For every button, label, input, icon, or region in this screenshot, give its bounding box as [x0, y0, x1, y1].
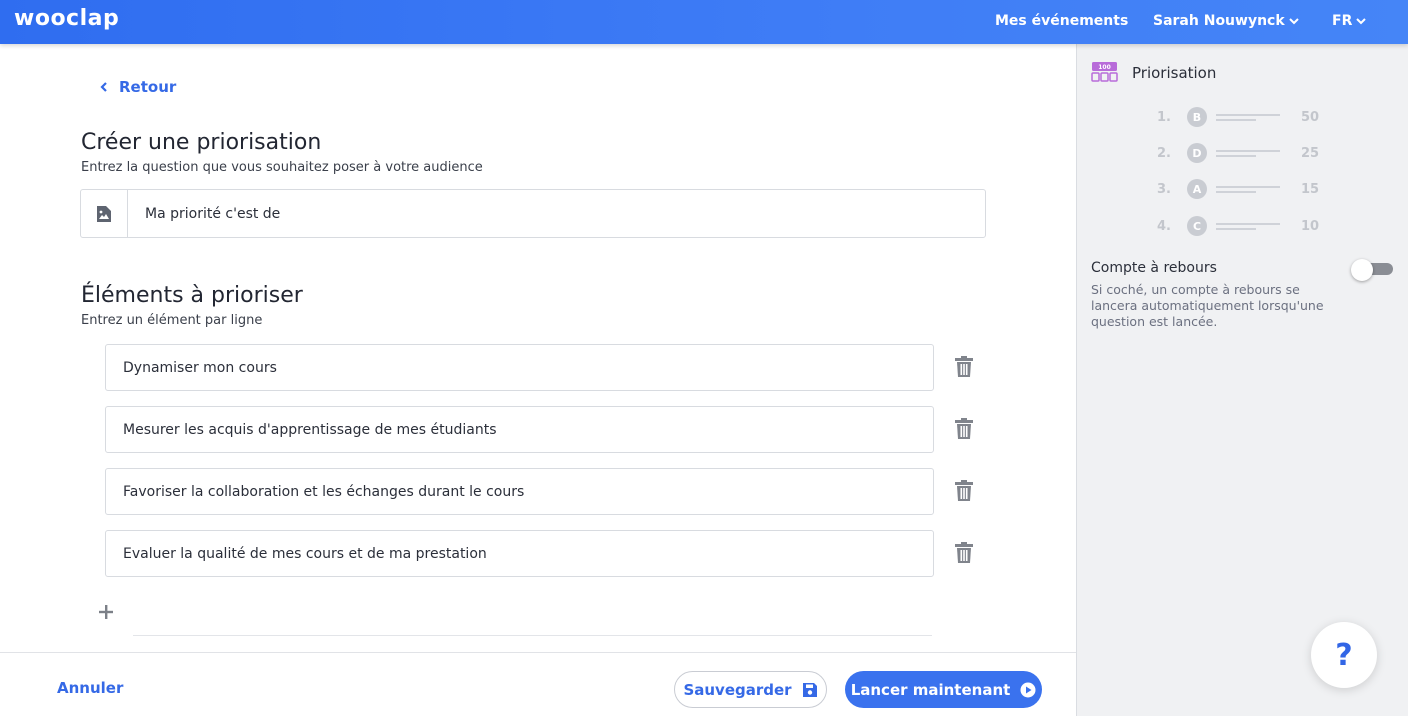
items-title: Éléments à prioriser — [81, 283, 303, 308]
media-icon-button[interactable] — [81, 190, 128, 237]
rank-bar — [1216, 220, 1280, 233]
rank-row: 2. D 25 — [1157, 143, 1320, 163]
top-bar: wooclap Mes événements Sarah Nouwynck FR — [0, 0, 1408, 44]
image-file-icon — [97, 205, 111, 222]
settings-panel: 100 Priorisation 1. B 50 2. D 25 3. A 15… — [1076, 44, 1408, 716]
item-input[interactable]: Evaluer la qualité de mes cours et de ma… — [105, 530, 934, 577]
item-input[interactable]: Mesurer les acquis d'apprentissage de me… — [105, 406, 934, 453]
rank-score: 15 — [1301, 181, 1320, 197]
rank-number: 3. — [1157, 181, 1171, 197]
question-input[interactable]: Ma priorité c'est de — [80, 189, 986, 238]
play-circle-icon — [1020, 682, 1036, 697]
launch-now-button[interactable]: Lancer maintenant — [845, 671, 1042, 708]
panel-title: Priorisation — [1132, 64, 1217, 82]
new-item-input[interactable] — [133, 635, 932, 636]
rank-number: 1. — [1157, 109, 1171, 125]
trash-icon[interactable] — [954, 480, 974, 502]
prioritization-icon-badge: 100 — [1098, 64, 1111, 71]
back-link[interactable]: Retour — [99, 78, 176, 96]
save-button[interactable]: Sauvegarder — [674, 671, 827, 708]
rank-letter: C — [1187, 216, 1207, 236]
trash-icon[interactable] — [954, 542, 974, 564]
nav-my-events-label: Mes événements — [995, 13, 1129, 29]
user-menu[interactable]: Sarah Nouwynck — [1153, 13, 1300, 29]
toggle-knob — [1351, 259, 1373, 281]
rank-number: 4. — [1157, 218, 1171, 234]
rank-letter: B — [1187, 107, 1207, 127]
chevron-left-icon — [100, 82, 107, 92]
trash-icon[interactable] — [954, 356, 974, 378]
create-subtitle: Entrez la question que vous souhaitez po… — [81, 160, 483, 175]
item-input[interactable]: Dynamiser mon cours — [105, 344, 934, 391]
rank-letter: D — [1187, 143, 1207, 163]
items-subtitle: Entrez un élément par ligne — [81, 313, 263, 328]
countdown-title: Compte à rebours — [1091, 260, 1217, 276]
question-value: Ma priorité c'est de — [145, 205, 281, 222]
back-label: Retour — [119, 78, 177, 96]
item-input[interactable]: Favoriser la collaboration et les échang… — [105, 468, 934, 515]
rank-bar — [1216, 183, 1280, 196]
prioritization-icon: 100 — [1091, 62, 1118, 82]
help-button[interactable]: ? — [1311, 622, 1377, 688]
rank-letter: A — [1187, 179, 1207, 199]
rank-bar — [1216, 111, 1280, 124]
trash-icon[interactable] — [954, 418, 974, 440]
nav-my-events[interactable]: Mes événements — [995, 13, 1128, 29]
rank-row: 1. B 50 — [1157, 107, 1320, 127]
chevron-down-icon — [1288, 18, 1299, 25]
save-label: Sauvegarder — [683, 680, 792, 699]
create-title: Créer une priorisation — [81, 130, 322, 155]
cancel-button[interactable]: Annuler — [57, 679, 123, 697]
chevron-down-icon — [1356, 18, 1367, 25]
language-menu[interactable]: FR — [1332, 13, 1367, 29]
rank-row: 4. C 10 — [1157, 216, 1320, 236]
rank-score: 50 — [1301, 109, 1320, 125]
language-label: FR — [1332, 13, 1353, 29]
rank-score: 25 — [1301, 145, 1320, 161]
rank-number: 2. — [1157, 145, 1171, 161]
countdown-toggle[interactable] — [1351, 259, 1393, 281]
user-name: Sarah Nouwynck — [1153, 13, 1285, 29]
footer-bar: Annuler Sauvegarder Lancer maintenant — [0, 652, 1076, 716]
launch-label: Lancer maintenant — [850, 680, 1011, 699]
rank-score: 10 — [1301, 218, 1320, 234]
add-item-icon[interactable] — [98, 604, 114, 620]
wooclap-logo[interactable]: wooclap — [14, 6, 119, 31]
countdown-description: Si coché, un compte à rebours se lancera… — [1091, 282, 1324, 329]
rank-bar — [1216, 147, 1280, 160]
floppy-disk-icon — [802, 682, 817, 697]
editor-main: Retour Créer une priorisation Entrez la … — [0, 44, 1076, 652]
rank-row: 3. A 15 — [1157, 179, 1320, 199]
